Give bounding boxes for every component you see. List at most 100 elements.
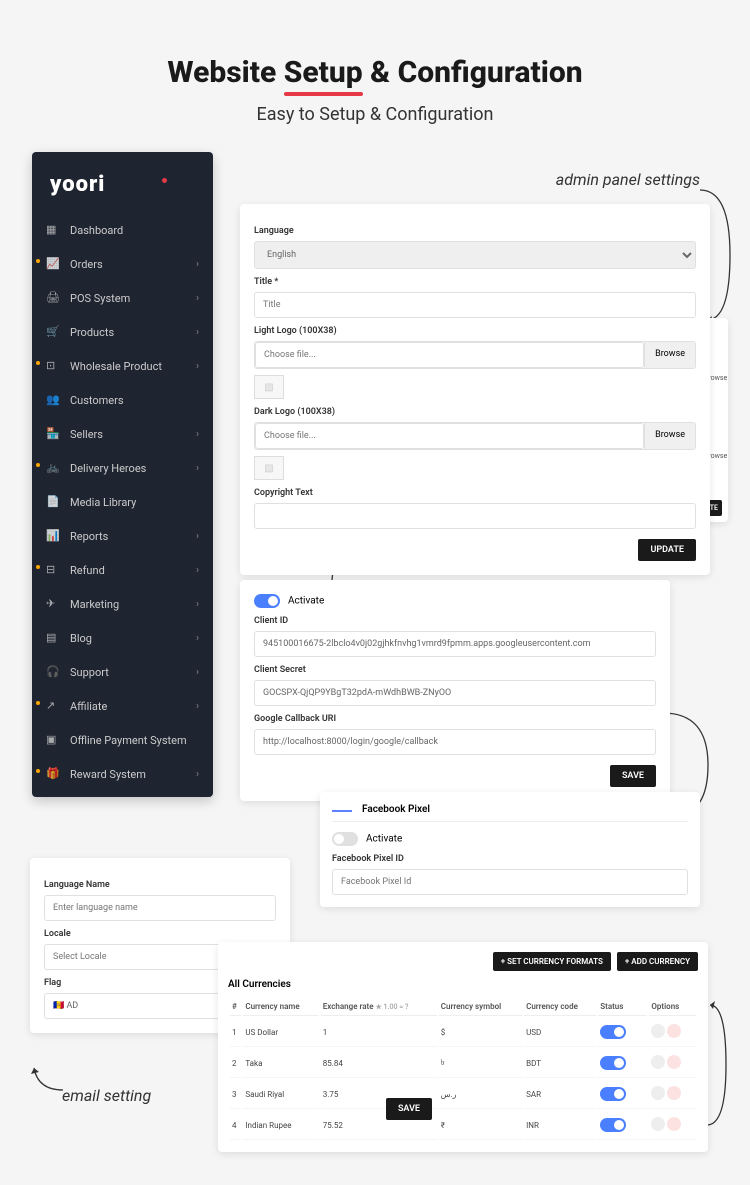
nav-products[interactable]: 🛒Products› — [32, 315, 213, 349]
chevron-right-icon: › — [196, 259, 199, 270]
save-panel: SAVE — [372, 1098, 432, 1120]
fb-id-input[interactable] — [332, 869, 688, 895]
nav-affiliate[interactable]: ↗Affiliate› — [32, 689, 213, 723]
locale-label: Locale — [44, 929, 276, 939]
client-secret-input[interactable] — [254, 680, 656, 706]
delete-icon[interactable] — [667, 1055, 681, 1069]
nav-reports[interactable]: 📊Reports› — [32, 519, 213, 553]
dark-logo-input[interactable] — [255, 423, 644, 449]
fb-id-label: Facebook Pixel ID — [332, 854, 688, 864]
chevron-right-icon: › — [196, 701, 199, 712]
chevron-right-icon: › — [196, 327, 199, 338]
arrow-email — [28, 1060, 68, 1095]
refund-icon: ⊟ — [46, 563, 60, 577]
copyright-label: Copyright Text — [254, 488, 696, 498]
image-placeholder-icon: ▧ — [254, 375, 284, 399]
table-row: 3Saudi Riyal3.75ر.سSAR — [230, 1080, 696, 1109]
nav-pos[interactable]: 🖨POS System› — [32, 281, 213, 315]
page-title: Website Setup & Configuration — [0, 0, 750, 90]
report-icon: 📊 — [46, 529, 60, 543]
users-icon: 👥 — [46, 393, 60, 407]
bike-icon: 🚲 — [46, 461, 60, 475]
edit-icon[interactable] — [651, 1024, 665, 1038]
edit-icon[interactable] — [651, 1086, 665, 1100]
nav-reward[interactable]: 🎁Reward System› — [32, 757, 213, 791]
nav-orders[interactable]: 📈Orders› — [32, 247, 213, 281]
send-icon: ✈ — [46, 597, 60, 611]
callback-input[interactable] — [254, 729, 656, 755]
image-placeholder-icon: ▧ — [254, 456, 284, 480]
fb-activate-toggle[interactable] — [332, 832, 358, 846]
chart-icon: 📈 — [46, 257, 60, 271]
printer-icon: 🖨 — [46, 291, 60, 305]
chevron-right-icon: › — [196, 633, 199, 644]
set-currency-formats-button[interactable]: + SET CURRENCY FORMATS — [493, 952, 611, 971]
file-icon: 📄 — [46, 495, 60, 509]
language-select[interactable]: English — [254, 241, 696, 269]
lang-name-input[interactable] — [44, 895, 276, 921]
light-logo-label: Light Logo (100X38) — [254, 326, 696, 336]
payment-icon: ▣ — [46, 733, 60, 747]
status-toggle[interactable] — [600, 1118, 626, 1132]
client-secret-label: Client Secret — [254, 665, 656, 675]
social-panel: Activate Client ID Client Secret Google … — [240, 580, 670, 801]
chevron-right-icon: › — [196, 429, 199, 440]
nav-delivery[interactable]: 🚲Delivery Heroes› — [32, 451, 213, 485]
nav-media[interactable]: 📄Media Library — [32, 485, 213, 519]
fbpixel-tab[interactable]: Facebook Pixel — [362, 804, 430, 815]
chevron-right-icon: › — [196, 769, 199, 780]
language-label: Language — [254, 226, 696, 236]
title-label: Title * — [254, 277, 696, 287]
nav-support[interactable]: 🎧Support› — [32, 655, 213, 689]
title-input[interactable] — [254, 292, 696, 318]
nav-dashboard[interactable]: ▦Dashboard — [32, 213, 213, 247]
currency-table: # Currency name Exchange rate ★ 1.00 = ?… — [228, 996, 698, 1142]
status-toggle[interactable] — [600, 1056, 626, 1070]
nav-marketing[interactable]: ✈Marketing› — [32, 587, 213, 621]
nav-refund[interactable]: ⊟Refund› — [32, 553, 213, 587]
dark-logo-label: Dark Logo (100X38) — [254, 407, 696, 417]
delete-icon[interactable] — [667, 1117, 681, 1131]
nav-blog[interactable]: ▤Blog› — [32, 621, 213, 655]
browse-button[interactable]: Browse — [644, 342, 695, 368]
table-row: 4Indian Rupee75.52₹INR — [230, 1111, 696, 1140]
table-row: 2Taka85.84৳BDT — [230, 1049, 696, 1078]
chevron-right-icon: › — [196, 463, 199, 474]
admin-panel: Language English Title * Light Logo (100… — [240, 204, 710, 575]
browse-button[interactable]: Browse — [644, 423, 695, 449]
status-toggle[interactable] — [600, 1087, 626, 1101]
edit-icon[interactable] — [651, 1117, 665, 1131]
gift-icon: 🎁 — [46, 767, 60, 781]
add-currency-button[interactable]: + ADD CURRENCY — [617, 952, 698, 971]
link-icon: ↗ — [46, 699, 60, 713]
fbpixel-panel: Facebook Pixel Activate Facebook Pixel I… — [320, 792, 700, 907]
status-toggle[interactable] — [600, 1025, 626, 1039]
chevron-right-icon: › — [196, 599, 199, 610]
nav-sellers[interactable]: 🏪Sellers› — [32, 417, 213, 451]
update-button[interactable]: UPDATE — [638, 539, 696, 561]
delete-icon[interactable] — [667, 1024, 681, 1038]
logo: yoori — [32, 164, 213, 213]
activate-label: Activate — [288, 596, 324, 607]
client-id-input[interactable] — [254, 631, 656, 657]
light-logo-input[interactable] — [255, 342, 644, 368]
table-row: 1US Dollar1$USD — [230, 1018, 696, 1047]
activate-toggle[interactable] — [254, 594, 280, 608]
page-subtitle: Easy to Setup & Configuration — [0, 104, 750, 125]
nav-customers[interactable]: 👥Customers — [32, 383, 213, 417]
nav-wholesale[interactable]: ⊡Wholesale Product› — [32, 349, 213, 383]
chevron-right-icon: › — [196, 565, 199, 576]
box-icon: ⊡ — [46, 359, 60, 373]
callback-label: Google Callback URI — [254, 714, 656, 724]
save-button[interactable]: SAVE — [610, 765, 656, 787]
delete-icon[interactable] — [667, 1086, 681, 1100]
grid-icon: ▦ — [46, 223, 60, 237]
save-button[interactable]: SAVE — [386, 1098, 432, 1120]
copyright-input[interactable] — [254, 503, 696, 529]
currency-panel: + SET CURRENCY FORMATS + ADD CURRENCY Al… — [218, 942, 708, 1152]
chevron-right-icon: › — [196, 531, 199, 542]
edit-icon[interactable] — [651, 1055, 665, 1069]
fb-activate-label: Activate — [366, 834, 402, 845]
nav-offline[interactable]: ▣Offline Payment System — [32, 723, 213, 757]
client-id-label: Client ID — [254, 616, 656, 626]
